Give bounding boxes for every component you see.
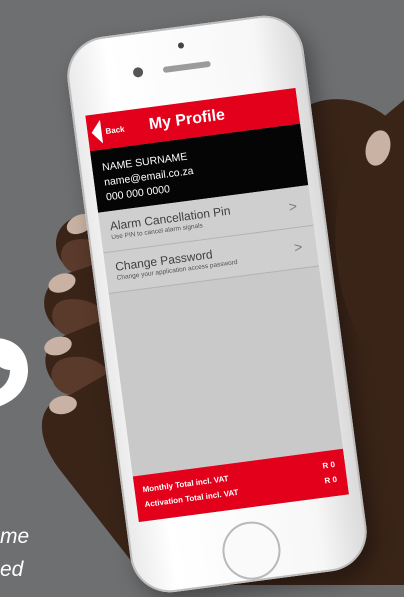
back-button-label: Back bbox=[104, 124, 126, 136]
earpiece-speaker bbox=[162, 60, 211, 74]
app-screen: Back My Profile NAME SURNAME name@email.… bbox=[85, 87, 349, 523]
chevron-right-icon: > bbox=[293, 238, 304, 256]
back-arrow-icon bbox=[90, 119, 104, 145]
home-button[interactable] bbox=[218, 518, 285, 584]
chevron-right-icon: > bbox=[287, 197, 298, 215]
front-camera bbox=[132, 66, 144, 78]
monthly-total-value: R 0 bbox=[322, 460, 336, 471]
page-title: My Profile bbox=[147, 106, 226, 134]
front-sensor bbox=[177, 42, 185, 49]
activation-total-value: R 0 bbox=[323, 474, 338, 486]
totals-footer: Monthly Total incl. VAT R 0 Activation T… bbox=[132, 448, 349, 523]
thumb-image bbox=[335, 100, 404, 340]
back-button[interactable]: Back bbox=[90, 117, 126, 145]
